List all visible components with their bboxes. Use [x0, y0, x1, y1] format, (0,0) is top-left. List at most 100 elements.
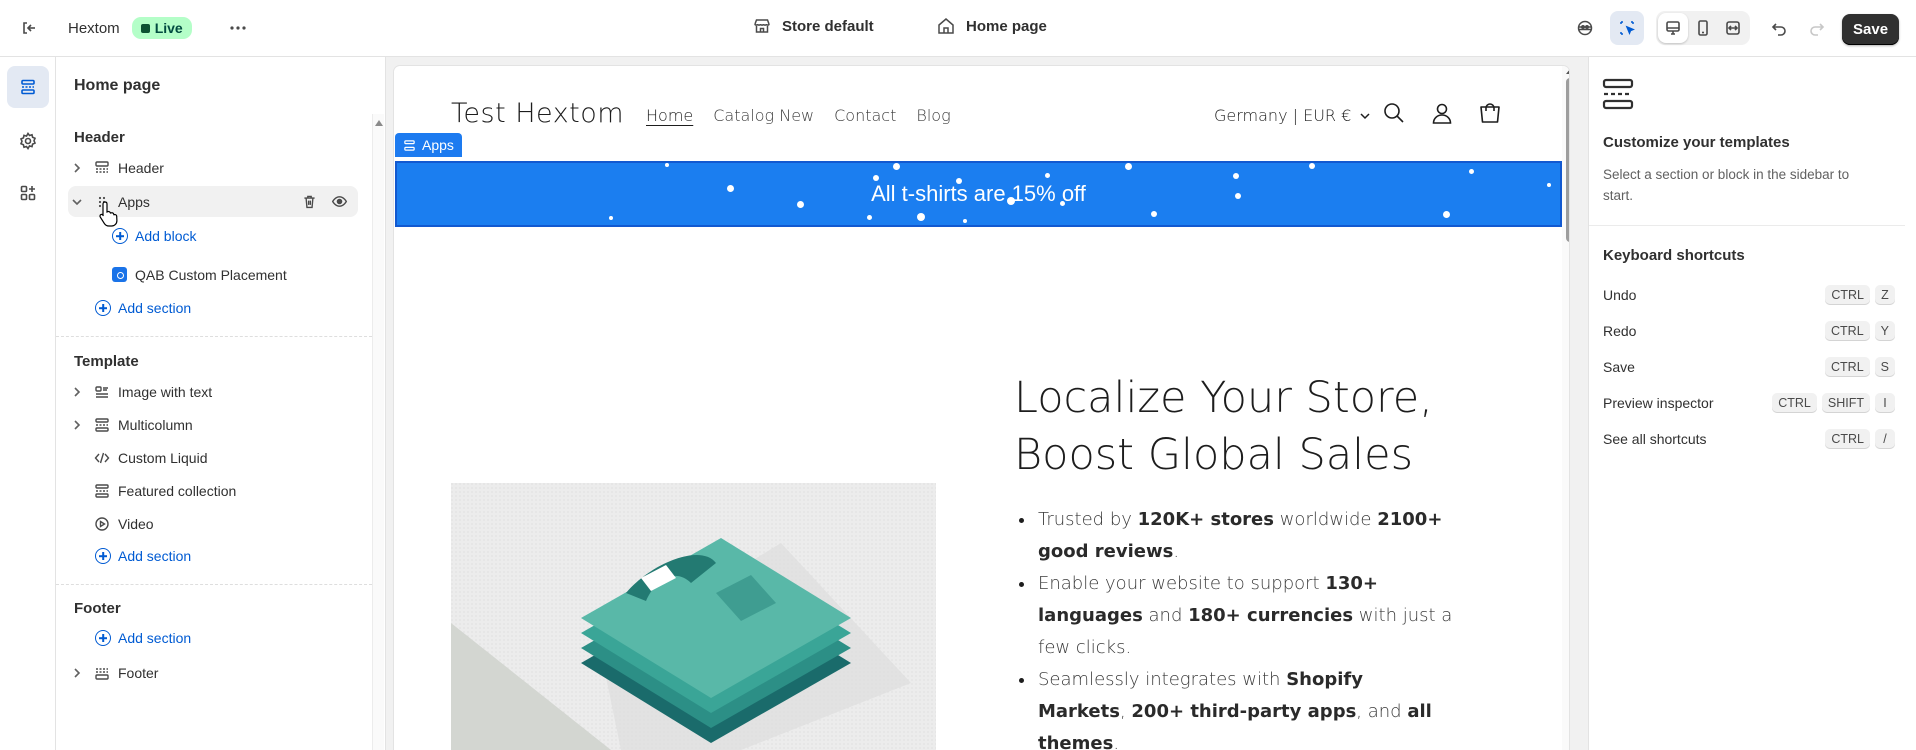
app-embeds-icon[interactable]	[7, 172, 49, 214]
section-row-footer[interactable]: Footer	[68, 657, 358, 688]
scrollbar-thumb[interactable]	[1566, 78, 1569, 242]
live-dot-icon	[140, 23, 150, 33]
store-nav: Home Catalog New Contact Blog	[646, 106, 951, 125]
section-label: Header	[118, 159, 164, 176]
account-icon[interactable]	[1429, 100, 1457, 128]
section-label: Featured collection	[118, 482, 237, 499]
page-selector[interactable]: Home page	[936, 16, 1047, 36]
banner-text: All t-shirts are 15% off	[871, 181, 1086, 206]
key: Y	[1874, 321, 1895, 341]
search-icon[interactable]	[1381, 100, 1409, 128]
section-row-image-with-text[interactable]: Image with text	[68, 376, 358, 407]
section-layout-icon	[92, 481, 112, 501]
chevron-right-icon[interactable]	[68, 416, 86, 434]
chevron-right-icon[interactable]	[68, 383, 86, 401]
shortcut-label: See all shortcuts	[1603, 431, 1707, 447]
nav-link-home[interactable]: Home	[646, 106, 693, 125]
section-label: Custom Liquid	[118, 449, 208, 466]
bullet-text: Trusted by	[1038, 509, 1138, 530]
ai-assistant-icon[interactable]	[1568, 11, 1602, 45]
add-circle-icon	[112, 228, 128, 244]
redo-icon[interactable]	[1800, 11, 1834, 45]
chevron-down-icon[interactable]	[68, 193, 86, 211]
page-label: Home page	[966, 17, 1047, 35]
preview-scrollbar[interactable]	[1562, 66, 1569, 750]
fullscreen-view-icon[interactable]	[1718, 13, 1748, 43]
section-label: Image with text	[118, 383, 213, 400]
key: I	[1875, 393, 1895, 413]
store-icon	[752, 16, 772, 36]
shortcut-label: Undo	[1603, 287, 1637, 303]
announcement-banner[interactable]: All t-shirts are 15% off	[395, 161, 1562, 227]
bullet-text: ,	[1119, 701, 1132, 722]
section-row-custom-liquid[interactable]: Custom Liquid	[68, 442, 358, 473]
snowflake	[1469, 169, 1474, 174]
undo-icon[interactable]	[1762, 11, 1796, 45]
storefront-preview: Test Hextom Home Catalog New Contact Blo…	[394, 66, 1569, 750]
cart-icon[interactable]	[1477, 100, 1505, 128]
header-section-icon	[92, 158, 112, 178]
pointer-cursor-icon	[99, 201, 118, 227]
block-row-qab[interactable]: QAB Custom Placement	[112, 259, 352, 290]
hero-tshirt-image	[451, 483, 936, 750]
add-section-footer-link[interactable]: Add section	[95, 630, 191, 646]
delete-trash-icon[interactable]	[296, 189, 322, 215]
locale-selector[interactable]: Germany | EUR €	[1214, 106, 1371, 125]
chevron-right-icon[interactable]	[68, 159, 86, 177]
add-section-template-link[interactable]: Add section	[95, 548, 191, 564]
add-block-label: Add block	[135, 228, 197, 244]
bullet-text: and	[1142, 605, 1189, 626]
sections-sidebar: Home page Header Header Apps Add block Q…	[56, 57, 386, 750]
section-row-video[interactable]: Video	[68, 508, 358, 539]
top-bar: Hextom Live Store default Home page Save	[0, 0, 1916, 57]
viewport-toggle	[1656, 11, 1750, 45]
nav-link-catalog[interactable]: Catalog New	[713, 106, 814, 125]
save-button[interactable]: Save	[1842, 14, 1900, 45]
desktop-view-icon[interactable]	[1658, 13, 1688, 43]
group-title-template: Template	[74, 353, 139, 370]
mobile-view-icon[interactable]	[1688, 13, 1718, 43]
nav-link-contact[interactable]: Contact	[834, 106, 896, 125]
snowflake	[1045, 173, 1050, 178]
sections-icon[interactable]	[7, 66, 49, 108]
exit-icon[interactable]	[12, 11, 46, 45]
sidebar-scrollbar[interactable]	[372, 114, 384, 750]
theme-selector[interactable]: Store default	[752, 16, 874, 36]
snowflake	[1309, 163, 1315, 169]
add-section-header-link[interactable]: Add section	[95, 300, 191, 316]
scroll-up-icon[interactable]	[375, 120, 383, 126]
shortcut-row-see-all[interactable]: See all shortcuts CTRL /	[1603, 429, 1895, 449]
key: /	[1875, 429, 1895, 449]
chevron-right-icon[interactable]	[68, 664, 86, 682]
section-label: Multicolumn	[118, 416, 193, 433]
snowflake	[1151, 211, 1157, 217]
store-logo-text[interactable]: Test Hextom	[451, 98, 624, 129]
more-actions-icon[interactable]	[221, 11, 255, 45]
section-row-header[interactable]: Header	[68, 152, 358, 183]
key: S	[1874, 357, 1895, 377]
apps-section-tag[interactable]: Apps	[395, 133, 462, 157]
shortcut-row-redo: Redo CTRL Y	[1603, 321, 1895, 341]
divider	[1589, 225, 1905, 226]
shortcut-label: Save	[1603, 359, 1635, 375]
bullet-item: Enable your website to support 130+ lang…	[1036, 568, 1456, 664]
section-row-multicolumn[interactable]: Multicolumn	[68, 409, 358, 440]
hero-heading-line-2: Boost Global Sales	[1014, 430, 1413, 480]
nav-link-blog[interactable]: Blog	[916, 106, 950, 125]
panel-description: Select a section or block in the sidebar…	[1603, 167, 1850, 203]
home-icon	[936, 16, 956, 36]
shortcuts-title: Keyboard shortcuts	[1603, 247, 1745, 264]
settings-gear-icon[interactable]	[7, 120, 49, 162]
add-block-link[interactable]: Add block	[112, 228, 196, 244]
visibility-eye-icon[interactable]	[326, 189, 352, 215]
bullet-text: .	[1173, 541, 1180, 562]
shortcut-label: Preview inspector	[1603, 395, 1714, 411]
bullet-bold-text: 200+ third-party apps	[1131, 701, 1357, 722]
inspector-icon[interactable]	[1610, 11, 1644, 45]
section-row-featured-collection[interactable]: Featured collection	[68, 475, 358, 506]
key: CTRL	[1772, 393, 1817, 413]
snowflake	[1233, 173, 1239, 179]
key: CTRL	[1825, 285, 1870, 305]
group-title-header: Header	[74, 129, 125, 146]
scroll-up-icon[interactable]	[1566, 69, 1569, 74]
